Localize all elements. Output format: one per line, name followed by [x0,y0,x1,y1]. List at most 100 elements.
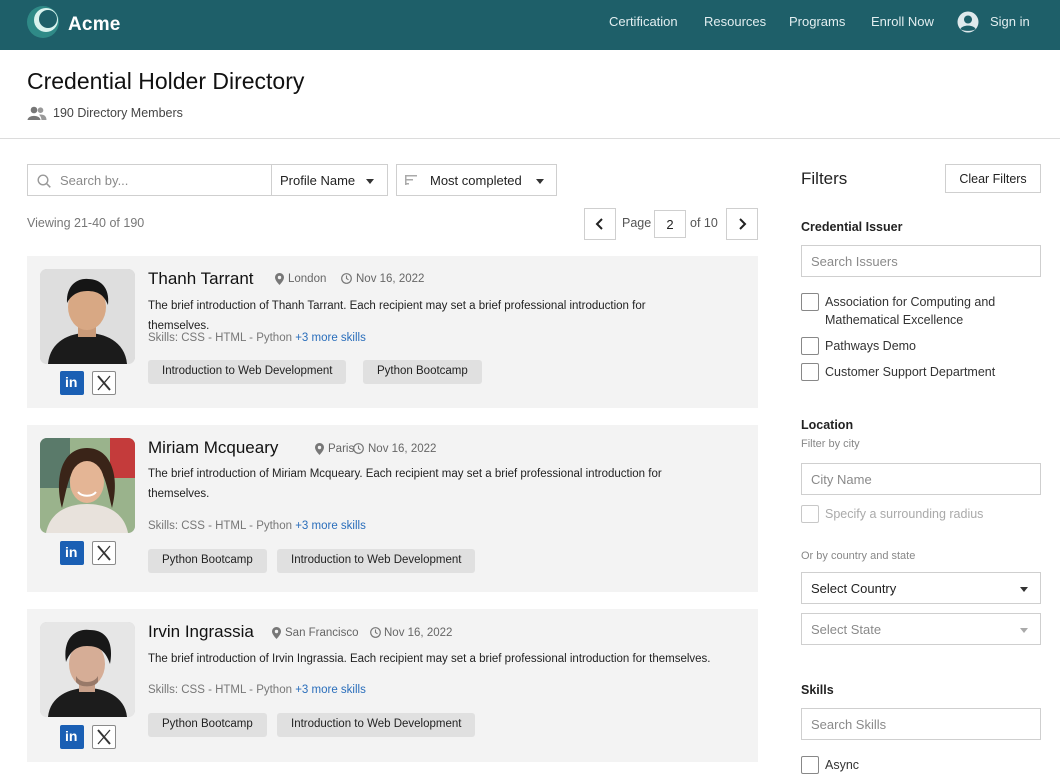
page-number-input[interactable] [654,210,686,238]
issuer-checkbox[interactable] [801,337,819,355]
header-divider [0,138,1060,139]
issuer-checkbox[interactable] [801,293,819,311]
map-pin-icon [315,443,324,455]
x-twitter-icon[interactable] [92,541,116,565]
country-select[interactable]: Select Country [801,572,1041,604]
member-location: San Francisco [285,627,359,639]
member-intro: The brief introduction of Thanh Tarrant.… [148,300,646,332]
member-location: London [288,273,327,285]
member-intro: The brief introduction of Irvin Ingrassi… [148,653,711,665]
city-input[interactable] [801,463,1041,495]
linkedin-icon[interactable]: in [60,725,84,749]
acme-logo-icon[interactable] [26,5,60,39]
credential-tag[interactable]: Introduction to Web Development [148,360,347,384]
skills-search-input[interactable] [801,708,1041,740]
members-count: 190 Directory Members [53,106,183,120]
member-name[interactable]: Thanh Tarrant [148,269,254,289]
user-avatar-icon[interactable] [957,11,979,33]
chevron-right-icon [739,218,747,230]
country-subtitle: Or by country and state [801,550,916,562]
avatar[interactable] [40,269,135,364]
member-card: in Irvin Ingrassia San Francisco Nov 16,… [27,609,758,762]
clock-icon [353,443,364,454]
member-date: Nov 16, 2022 [384,627,453,639]
sort-value: Most completed [430,173,522,188]
search-icon [37,174,51,188]
issuer-search-input[interactable] [801,245,1041,277]
x-twitter-icon[interactable] [92,725,116,749]
top-navbar: Acme Certification Resources Programs En… [0,0,1060,50]
skill-checkbox[interactable] [801,756,819,774]
search-field-select[interactable]: Profile Name [271,164,388,196]
prev-page-button[interactable] [584,208,616,240]
skills-list: Skills: CSS - HTML - Python [148,520,292,532]
member-name[interactable]: Miriam Mcqueary [148,438,278,458]
member-skills: Skills: CSS - HTML - Python +3 more skil… [148,684,366,696]
issuer-checkbox[interactable] [801,363,819,381]
search-field-value: Profile Name [280,173,356,188]
clock-icon [341,273,352,284]
credential-tag[interactable]: Python Bootcamp [148,713,267,737]
clock-icon [370,627,381,638]
credential-tag[interactable]: Python Bootcamp [148,549,267,573]
more-skills-link[interactable]: +3 more skills [295,520,366,532]
issuer-option-label: Customer Support Department [825,365,996,379]
brand-name[interactable]: Acme [68,14,121,36]
sort-lines-icon [405,175,417,185]
issuer-option-label: Pathways Demo [825,339,917,353]
more-skills-link[interactable]: +3 more skills [295,684,366,696]
credential-tag[interactable]: Python Bootcamp [363,360,482,384]
nav-link-certification[interactable]: Certification [609,14,678,29]
linkedin-icon[interactable]: in [60,541,84,565]
country-value: Select Country [811,581,897,596]
skill-option-label: Async [825,758,860,772]
search-box [27,164,272,196]
member-card: in Miriam Mcqueary Paris Nov 16, 2022 Th… [27,425,758,592]
member-name[interactable]: Irvin Ingrassia [148,622,254,642]
caret-down-icon [366,179,374,184]
sign-in-link[interactable]: Sign in [990,14,1030,29]
radius-label: Specify a surrounding radius [825,507,984,521]
caret-down-icon [1020,628,1028,633]
issuer-option-label: Association for Computing and Mathematic… [825,295,996,327]
state-value: Select State [811,622,882,637]
sort-select[interactable]: Most completed [396,164,557,196]
map-pin-icon [275,273,284,285]
skills-list: Skills: CSS - HTML - Python [148,332,292,344]
issuer-heading: Credential Issuer [801,220,903,234]
nav-link-resources[interactable]: Resources [704,14,766,29]
page-total: of 10 [690,216,718,230]
next-page-button[interactable] [726,208,758,240]
location-heading: Location [801,418,854,432]
chevron-left-icon [595,218,603,230]
page-label: Page [622,216,652,230]
radius-checkbox[interactable] [801,505,819,523]
linkedin-icon[interactable]: in [60,371,84,395]
search-input[interactable] [60,165,265,195]
more-skills-link[interactable]: +3 more skills [295,332,366,344]
member-skills: Skills: CSS - HTML - Python +3 more skil… [148,332,366,344]
member-intro: The brief introduction of Miriam Mcquear… [148,468,662,500]
member-skills: Skills: CSS - HTML - Python +3 more skil… [148,520,366,532]
map-pin-icon [272,627,281,639]
nav-link-enroll-now[interactable]: Enroll Now [871,14,934,29]
credential-tag[interactable]: Introduction to Web Development [277,713,476,737]
clear-filters-button[interactable]: Clear Filters [945,164,1041,193]
people-icon [27,106,47,120]
x-twitter-icon[interactable] [92,371,116,395]
member-date: Nov 16, 2022 [356,273,425,285]
caret-down-icon [1020,587,1028,592]
nav-link-programs[interactable]: Programs [789,14,845,29]
skills-heading: Skills [801,683,834,697]
member-date: Nov 16, 2022 [368,443,437,455]
avatar[interactable] [40,438,135,533]
filters-title: Filters [801,169,848,188]
member-card: in Thanh Tarrant London Nov 16, 2022 The… [27,256,758,408]
caret-down-icon [536,179,544,184]
location-subtitle: Filter by city [801,438,860,450]
viewing-range: Viewing 21-40 of 190 [27,216,145,230]
credential-tag[interactable]: Introduction to Web Development [277,549,476,573]
page-title: Credential Holder Directory [27,68,305,94]
state-select[interactable]: Select State [801,613,1041,645]
avatar[interactable] [40,622,135,717]
